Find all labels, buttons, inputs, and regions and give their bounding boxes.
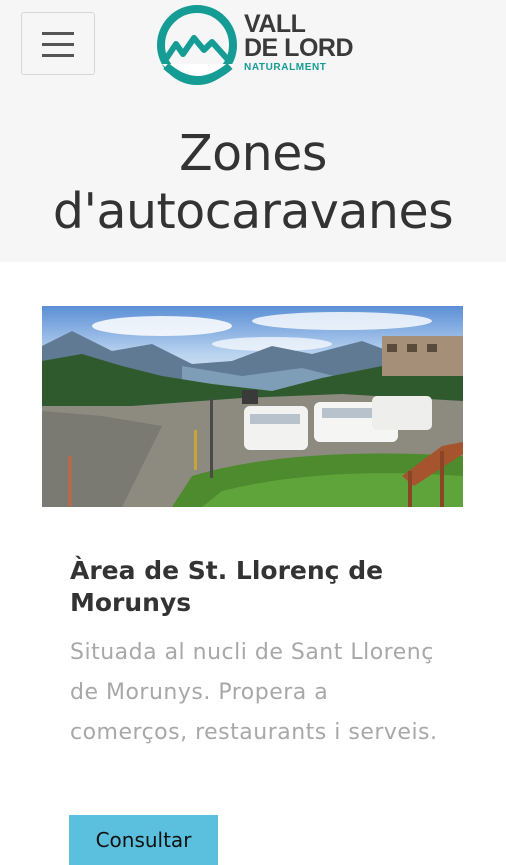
page-title: Zones d'autocaravanes: [52, 125, 454, 240]
card-description: Situada al nucli de Sant Llorenç de Moru…: [70, 640, 438, 745]
logo-wordmark: VALL DE LORD NATURALMENT: [244, 10, 374, 74]
hamburger-menu-icon-bar: [42, 43, 74, 46]
card-title: Àrea de St. Llorenç de Morunys: [70, 556, 384, 617]
card-image[interactable]: [42, 306, 463, 507]
menu-toggle-button[interactable]: [21, 12, 95, 75]
logo-tagline: NATURALMENT: [244, 62, 327, 73]
photo-campervans-parking-icon: [42, 306, 463, 507]
logo-line-1: VALL: [244, 10, 306, 38]
site-header: VALL DE LORD NATURALMENT: [0, 0, 506, 98]
hamburger-menu-icon: [42, 32, 74, 35]
consultar-button[interactable]: Consultar: [69, 815, 218, 865]
logo-line-2: DE LORD: [244, 34, 354, 62]
hamburger-menu-icon-bar: [42, 54, 74, 57]
title-band: Zones d'autocaravanes: [0, 98, 506, 262]
mountain-logo-icon: [157, 5, 237, 85]
site-logo[interactable]: VALL DE LORD NATURALMENT: [156, 4, 366, 86]
